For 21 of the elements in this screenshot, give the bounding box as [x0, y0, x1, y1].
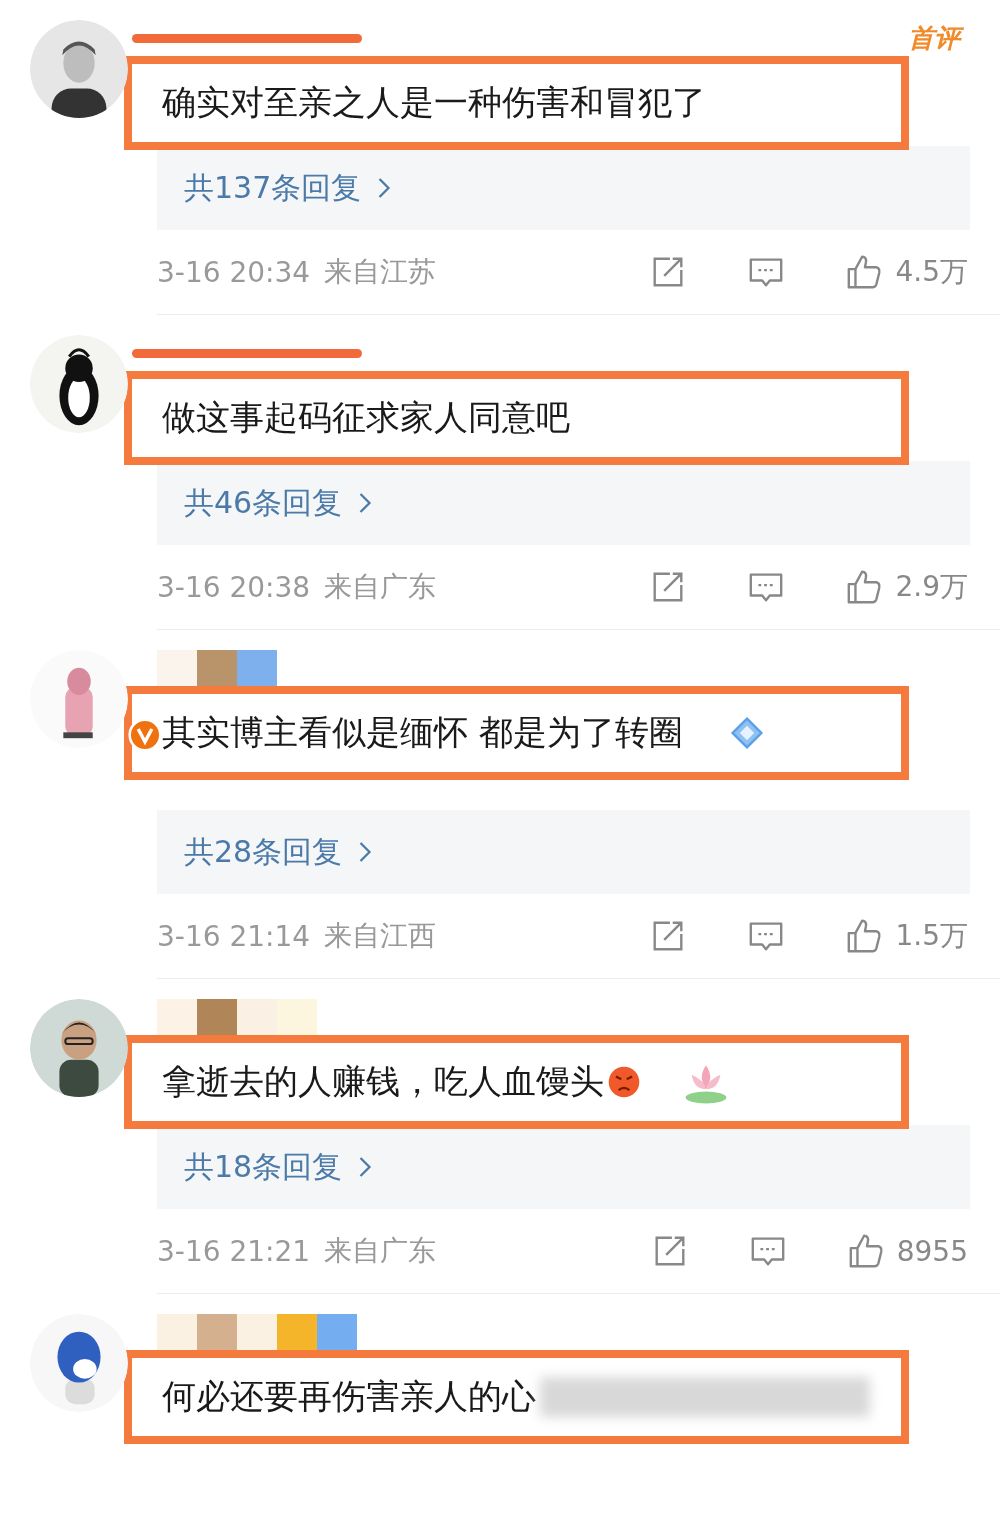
comment-text: 何必还要再伤害亲人的心	[162, 1375, 536, 1418]
comment-text: 确实对至亲之人是一种伤害和冒犯了	[162, 81, 706, 124]
comment-text: 拿逝去的人赚钱，吃人血馒头	[162, 1060, 604, 1103]
comment-text: 其实博主看似是缅怀 都是为了转圈	[162, 711, 683, 754]
replies-link[interactable]: 共137条回复	[157, 146, 970, 230]
like-count: 4.5万	[895, 254, 968, 290]
comment-location: 来自广东	[324, 1233, 437, 1269]
comment-time: 3-16 21:21	[157, 1234, 311, 1268]
like-count: 8955	[896, 1234, 968, 1268]
comment-time: 3-16 20:38	[157, 570, 311, 604]
comment-location: 来自江苏	[324, 254, 437, 290]
comment-location: 来自广东	[324, 569, 437, 605]
like-count: 1.5万	[895, 918, 968, 954]
comment-text: 做这事起码征求家人同意吧	[162, 396, 570, 439]
replies-link[interactable]: 共46条回复	[157, 461, 970, 545]
comment-location: 来自江西	[324, 918, 437, 954]
replies-link[interactable]: 共28条回复	[157, 810, 970, 894]
comment-time: 3-16 20:34	[157, 255, 311, 289]
like-count: 2.9万	[895, 569, 968, 605]
replies-link[interactable]: 共18条回复	[157, 1125, 970, 1209]
comment-time: 3-16 21:14	[157, 919, 311, 953]
